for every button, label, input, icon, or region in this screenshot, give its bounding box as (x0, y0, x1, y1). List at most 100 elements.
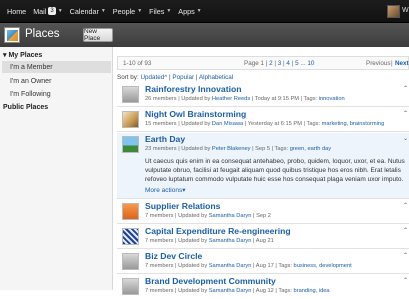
place-meta: 15 members | Updated by Dan Misawa | Yes… (145, 121, 385, 127)
place-row[interactable]: Capital Expenditure Re-engineering 7 mem… (117, 225, 409, 249)
user-avatar[interactable] (387, 5, 400, 18)
user-name-truncated[interactable]: W (402, 7, 409, 14)
updater-link[interactable]: Dan Misawa (212, 121, 243, 127)
sidebar-item-following[interactable]: I'm Following (2, 88, 111, 100)
sort-label: Sort by: (117, 74, 139, 81)
place-title[interactable]: Night Owl Brainstorming (145, 109, 246, 119)
person-thumbnail-icon (122, 278, 139, 295)
nav-mail-label: Mail (33, 6, 47, 16)
page-link-10[interactable]: 10 (307, 60, 314, 67)
next-link[interactable]: Next (395, 60, 409, 67)
place-row[interactable]: Supplier Relations 7 members | Updated b… (117, 200, 409, 224)
more-actions-link[interactable]: More actions▾ (145, 186, 185, 194)
place-row[interactable]: Biz Dev Circle 7 members | Updated by Sa… (117, 250, 409, 274)
chevron-down-icon: ▼ (196, 8, 202, 14)
new-place-button[interactable]: New Place (83, 28, 113, 42)
mail-count-badge: 3 (48, 7, 56, 15)
nav-calendar[interactable]: Calendar ▼ (63, 7, 106, 16)
place-title[interactable]: Biz Dev Circle (145, 251, 202, 261)
place-meta: 7 members | Updated by Samantha Daryn | … (145, 213, 271, 219)
places-icon (4, 27, 20, 43)
updater-link[interactable]: Heather Reeds (212, 96, 250, 102)
updater-link[interactable]: Samantha Daryn (209, 238, 252, 244)
page-link-4[interactable]: 4 (286, 60, 290, 67)
sidebar-item-owner[interactable]: I'm an Owner (2, 75, 111, 87)
sidebar-section-my-places[interactable]: ▾ My Places (3, 51, 42, 59)
nav-calendar-label: Calendar (69, 6, 99, 16)
expand-icon[interactable]: ⌃ (403, 110, 408, 117)
sidebar-section-label: Public Places (3, 104, 49, 111)
earth-thumbnail-icon (122, 136, 139, 153)
place-row[interactable]: Rainforestry Innovation 26 members | Upd… (117, 83, 409, 107)
previous-link[interactable]: Previous (366, 60, 391, 67)
place-meta: 7 members | Updated by Samantha Daryn | … (145, 288, 330, 294)
chevron-down-icon: ▾ (182, 187, 186, 194)
places-list: 1-10 of 93 Page 1 | 2 | 3 | 4 | 5 ... 10… (117, 47, 409, 295)
owl-thumbnail-icon (122, 111, 139, 128)
place-title[interactable]: Rainforestry Innovation (145, 84, 241, 94)
result-range: 1-10 of 93 (123, 60, 152, 67)
places-header: Places New Place (0, 23, 409, 47)
sort-arrow-icon: ^ (164, 74, 168, 81)
sidebar-item-member[interactable]: I'm a Member (2, 61, 111, 73)
updater-link[interactable]: Samantha Daryn (209, 288, 252, 294)
expand-icon[interactable]: ⌃ (403, 277, 408, 284)
pagination-bar: 1-10 of 93 Page 1 | 2 | 3 | 4 | 5 ... 10… (117, 56, 409, 70)
nav-people-label: People (112, 6, 136, 16)
page-ellipsis: ... (300, 60, 306, 67)
nav-files[interactable]: Files ▼ (142, 7, 171, 16)
nav-apps[interactable]: Apps ▼ (171, 7, 201, 16)
page-numbers: Page 1 | 2 | 3 | 4 | 5 ... 10 (244, 60, 315, 67)
sort-alphabetical[interactable]: Alphabetical (199, 74, 233, 81)
expand-icon[interactable]: ⌃ (403, 252, 408, 259)
tag-link[interactable]: branding, idea (294, 288, 330, 294)
person-thumbnail-icon (122, 86, 139, 103)
place-row-expanded[interactable]: Earth Day 23 members | Updated by Peter … (117, 133, 409, 199)
nav-files-label: Files (149, 6, 165, 16)
person-thumbnail-icon (122, 253, 139, 270)
place-title[interactable]: Brand Development Community (145, 276, 276, 286)
place-row[interactable]: Night Owl Brainstorming 15 members | Upd… (117, 108, 409, 132)
tag-link[interactable]: business, development (294, 263, 352, 269)
pager-separator: | (391, 60, 393, 67)
orange-thumbnail-icon (122, 203, 139, 220)
collapse-icon[interactable]: ⌄ (403, 135, 408, 142)
place-title[interactable]: Capital Expenditure Re-engineering (145, 226, 291, 236)
page-title: Places (25, 28, 60, 40)
place-meta: 23 members | Updated by Peter Blakeney |… (145, 146, 332, 152)
page-link-2[interactable]: 2 (269, 60, 273, 67)
place-meta: 7 members | Updated by Samantha Daryn | … (145, 238, 274, 244)
place-meta: 7 members | Updated by Samantha Daryn | … (145, 263, 352, 269)
lines-thumbnail-icon (122, 228, 139, 245)
nav-people[interactable]: People ▼ (106, 7, 142, 16)
nav-mail[interactable]: Mail 3 ▼ (26, 7, 62, 16)
updater-link[interactable]: Samantha Daryn (209, 263, 252, 269)
page-link-5[interactable]: 5 (295, 60, 299, 67)
sidebar-section-label: My Places (8, 52, 43, 59)
expand-icon[interactable]: ⌃ (403, 85, 408, 92)
place-description: Ut caecus quis enim in ea consequat ante… (145, 158, 405, 183)
nav-apps-label: Apps (178, 6, 195, 16)
collapse-triangle-icon: ▾ (3, 52, 7, 59)
sidebar: ▾ My Places I'm a Member I'm an Owner I'… (0, 47, 113, 290)
sort-options: Sort by: Updated^ | Popular | Alphabetic… (117, 74, 234, 81)
tag-link[interactable]: innovation (319, 96, 345, 102)
sort-popular[interactable]: Popular (172, 74, 194, 81)
updater-link[interactable]: Samantha Daryn (209, 213, 252, 219)
page-link-3[interactable]: 3 (278, 60, 282, 67)
expand-icon[interactable]: ⌃ (403, 227, 408, 234)
nav-home-label: Home (7, 6, 27, 16)
expand-icon[interactable]: ⌃ (403, 202, 408, 209)
nav-home[interactable]: Home (0, 7, 26, 16)
top-navigation: Home Mail 3 ▼ Calendar ▼ People ▼ Files ▼ App… (0, 0, 409, 23)
tag-link[interactable]: marketing, brainstorming (322, 121, 385, 127)
sort-updated[interactable]: Updated (140, 74, 164, 81)
updater-link[interactable]: Peter Blakeney (212, 146, 251, 152)
place-title[interactable]: Supplier Relations (145, 201, 220, 211)
place-meta: 26 members | Updated by Heather Reeds | … (145, 96, 345, 102)
place-title[interactable]: Earth Day (145, 134, 185, 144)
current-page-label: Page 1 | (244, 60, 268, 67)
tag-link[interactable]: green, earth day (290, 146, 331, 152)
sidebar-section-public-places[interactable]: Public Places (3, 104, 48, 111)
place-row[interactable]: Brand Development Community 7 members | … (117, 275, 409, 299)
